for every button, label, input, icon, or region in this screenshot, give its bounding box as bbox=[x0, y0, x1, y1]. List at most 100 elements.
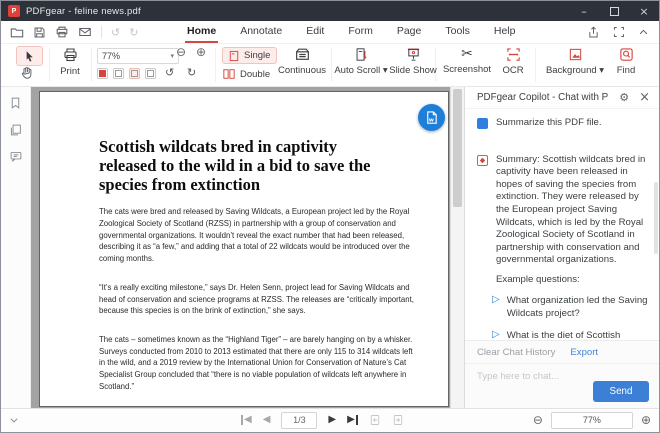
article-body: The cats were bred and released by Savin… bbox=[99, 206, 417, 406]
rotate-right-button[interactable]: ↻ bbox=[187, 67, 196, 78]
copilot-title: PDFgear Copilot - Chat with PDF bbox=[477, 92, 610, 103]
status-bar: ◀ ◀ 1/3 ▶ ▶ ⊖ 77% ⊕ bbox=[1, 408, 659, 432]
maximize-icon bbox=[609, 6, 619, 16]
print-button[interactable]: Print bbox=[53, 47, 87, 77]
copilot-panel: PDFgear Copilot - Chat with PDF ⚙ × Summ… bbox=[464, 87, 659, 409]
example-question[interactable]: ▷ What organization led the Saving Wildc… bbox=[492, 294, 651, 320]
chat-area: Summarize this PDF file. Summary: Scotti… bbox=[465, 109, 659, 341]
hand-tool-button[interactable] bbox=[20, 66, 34, 80]
user-avatar bbox=[477, 118, 488, 129]
menu-bar: ↺ ↻ Home Annotate Edit Form Page Tools H… bbox=[1, 21, 659, 44]
paragraph: “It’s a really exciting milestone,” says… bbox=[99, 282, 414, 316]
user-message: Summarize this PDF file. bbox=[477, 117, 651, 130]
divider bbox=[101, 26, 102, 38]
chat-scrollbar-thumb[interactable] bbox=[654, 182, 658, 254]
next-view-button[interactable] bbox=[392, 414, 404, 426]
quick-print-icon[interactable] bbox=[55, 25, 69, 39]
pdf-page[interactable]: Scottish wildcats bred in captivity rele… bbox=[39, 91, 449, 407]
fit-page-button[interactable] bbox=[113, 68, 124, 79]
slide-show-button[interactable]: Slide Show bbox=[389, 47, 437, 76]
tab-page[interactable]: Page bbox=[395, 21, 424, 43]
toolbar: Print 77% ▾ ⊖ ⊕ ↺ ↻ Single Double Contin… bbox=[1, 44, 659, 87]
title-bar: P PDFgear - feline news.pdf – × bbox=[1, 1, 659, 21]
export-link[interactable]: Export bbox=[570, 347, 598, 358]
find-button[interactable]: Find bbox=[609, 47, 643, 76]
previous-view-button[interactable] bbox=[369, 414, 381, 426]
window-title: PDFgear - feline news.pdf bbox=[26, 5, 141, 17]
send-question-icon: ▷ bbox=[492, 293, 500, 305]
paragraph: The cats – sometimes known as the “Highl… bbox=[99, 334, 413, 391]
close-button[interactable]: × bbox=[629, 1, 659, 21]
continuous-page-icon bbox=[295, 48, 309, 60]
auto-scroll-icon bbox=[356, 48, 367, 61]
tab-help[interactable]: Help bbox=[492, 21, 518, 43]
copilot-header: PDFgear Copilot - Chat with PDF ⚙ × bbox=[465, 87, 659, 109]
first-page-button[interactable]: ◀ bbox=[241, 415, 252, 425]
thumbnails-icon[interactable] bbox=[9, 123, 22, 137]
left-rail bbox=[1, 87, 31, 409]
paragraph: The cats were bred and released by Savin… bbox=[99, 207, 410, 264]
collapse-ribbon-icon[interactable] bbox=[638, 27, 649, 38]
bookmarks-icon[interactable] bbox=[9, 96, 22, 110]
zoom-out-button[interactable]: ⊖ bbox=[533, 414, 543, 426]
chevron-down-icon: ▾ bbox=[170, 51, 174, 60]
clear-chat-history-link[interactable]: Clear Chat History bbox=[477, 347, 555, 358]
last-page-button[interactable]: ▶ bbox=[347, 415, 358, 425]
previous-page-button[interactable]: ◀ bbox=[263, 415, 271, 425]
zoom-level[interactable]: 77% bbox=[550, 411, 633, 429]
next-page-button[interactable]: ▶ bbox=[328, 415, 336, 425]
email-icon[interactable] bbox=[78, 25, 92, 39]
fit-width-button[interactable] bbox=[97, 68, 108, 79]
fit-visible-button[interactable] bbox=[145, 68, 156, 79]
double-page-icon bbox=[223, 69, 235, 79]
rotate-left-button[interactable]: ↺ bbox=[165, 67, 174, 78]
tab-annotate[interactable]: Annotate bbox=[238, 21, 284, 43]
zoom-out-button[interactable]: ⊖ bbox=[176, 46, 186, 58]
article-title: Scottish wildcats bred in captivity rele… bbox=[99, 137, 371, 195]
copilot-close-icon[interactable]: × bbox=[639, 91, 650, 104]
background-button[interactable]: Background ▾ bbox=[545, 47, 605, 76]
slide-show-icon bbox=[407, 48, 419, 61]
find-icon bbox=[619, 48, 633, 61]
zoom-in-button[interactable]: ⊕ bbox=[196, 46, 206, 58]
copilot-avatar bbox=[477, 154, 488, 166]
screenshot-button[interactable]: ✂ Screenshot bbox=[441, 47, 493, 75]
tab-home[interactable]: Home bbox=[185, 21, 219, 43]
page-navigation: ◀ ◀ 1/3 ▶ ▶ bbox=[241, 409, 404, 431]
document-scrollbar[interactable] bbox=[450, 87, 464, 409]
page-indicator[interactable]: 1/3 bbox=[281, 411, 318, 429]
statusbar-collapse-icon[interactable] bbox=[9, 415, 19, 425]
svg-text:w: w bbox=[429, 117, 434, 123]
convert-to-word-button[interactable]: w bbox=[418, 104, 445, 131]
undo-icon[interactable]: ↺ bbox=[111, 27, 120, 38]
word-doc-icon: w bbox=[427, 111, 437, 124]
single-view-button[interactable]: Single bbox=[222, 47, 278, 64]
comments-icon[interactable] bbox=[9, 150, 23, 163]
double-view-button[interactable]: Double bbox=[223, 68, 270, 80]
document-viewport[interactable]: Scottish wildcats bred in captivity rele… bbox=[31, 87, 464, 409]
tab-form[interactable]: Form bbox=[346, 21, 375, 43]
tab-edit[interactable]: Edit bbox=[304, 21, 326, 43]
send-button[interactable]: Send bbox=[593, 381, 649, 402]
auto-scroll-button[interactable]: Auto Scroll ▾ bbox=[334, 47, 388, 76]
background-icon bbox=[569, 48, 581, 61]
continuous-view-button[interactable]: Continuous bbox=[278, 47, 326, 76]
printer-icon bbox=[63, 48, 77, 62]
zoom-dropdown[interactable]: 77% ▾ bbox=[97, 48, 179, 64]
tab-tools[interactable]: Tools bbox=[443, 21, 472, 43]
minimize-button[interactable]: – bbox=[569, 1, 599, 21]
share-icon[interactable] bbox=[587, 26, 600, 39]
select-tool-button[interactable] bbox=[16, 46, 43, 66]
actual-size-button[interactable] bbox=[129, 68, 140, 79]
ocr-icon bbox=[506, 48, 520, 61]
maximize-button[interactable] bbox=[599, 1, 629, 21]
redo-icon[interactable]: ↻ bbox=[129, 27, 138, 38]
ocr-button[interactable]: OCR bbox=[497, 47, 529, 76]
save-icon[interactable] bbox=[33, 26, 46, 39]
zoom-in-button[interactable]: ⊕ bbox=[641, 414, 651, 426]
fullscreen-icon[interactable] bbox=[613, 26, 625, 38]
open-file-icon[interactable] bbox=[10, 25, 24, 39]
scrollbar-thumb[interactable] bbox=[453, 89, 462, 207]
chat-input[interactable] bbox=[465, 364, 659, 382]
copilot-settings-icon[interactable]: ⚙ bbox=[619, 92, 629, 103]
